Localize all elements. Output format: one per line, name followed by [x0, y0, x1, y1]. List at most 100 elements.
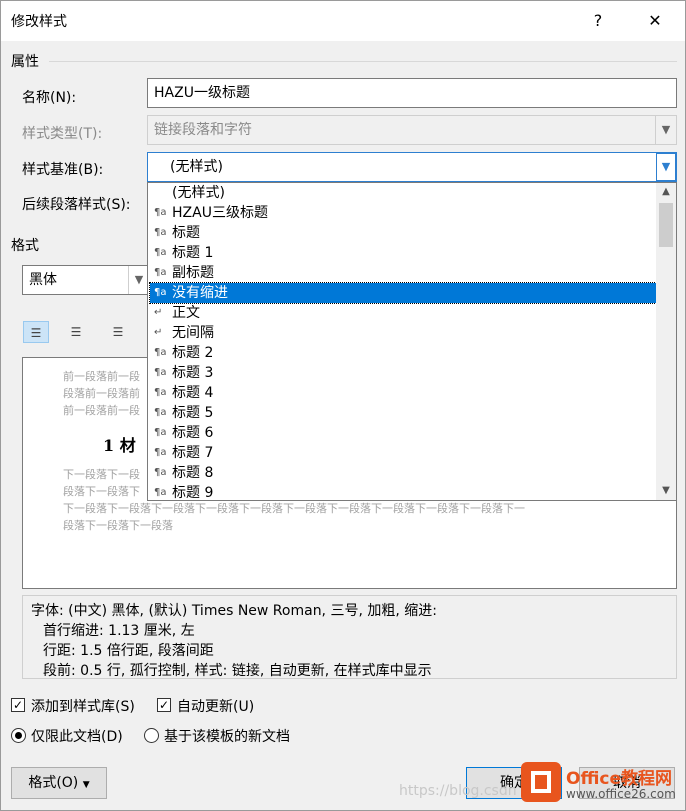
linked-style-icon: ¶a: [154, 347, 167, 358]
dropdown-item-label: 标题 2: [172, 345, 214, 361]
dropdown-item-label: 标题 9: [172, 485, 214, 501]
paragraph-style-icon: ↵: [154, 307, 163, 318]
style-description: 字体: (中文) 黑体, (默认) Times New Roman, 三号, 加…: [22, 595, 677, 679]
dropdown-item[interactable]: ¶a 标题 6: [150, 423, 656, 443]
preview-next-line: 段落下一段落下一段落: [63, 519, 173, 532]
add-to-gallery-checkbox[interactable]: ✓: [11, 698, 25, 712]
add-to-gallery-label[interactable]: 添加到样式库(S): [31, 696, 135, 716]
font-select[interactable]: 黑体 ▼: [22, 265, 150, 295]
linked-style-icon: ¶a: [154, 387, 167, 398]
watermark-brand: Office教程网: [566, 769, 673, 789]
dropdown-scrollbar[interactable]: ▲ ▼: [656, 183, 676, 500]
auto-update-checkbox[interactable]: ✓: [157, 698, 171, 712]
description-line: 行距: 1.5 倍行距, 段落间距: [43, 643, 214, 659]
watermark-site: www.office26.com: [566, 787, 676, 801]
modify-style-dialog: 修改样式 ? ✕ 属性 名称(N): HAZU一级标题 样式类型(T): 链接段…: [0, 0, 686, 811]
style-type-select: 链接段落和字符 ▼: [147, 115, 677, 145]
dropdown-item-label: 无间隔: [172, 325, 214, 341]
help-button[interactable]: ?: [584, 7, 612, 35]
new-docs-template-radio[interactable]: [144, 728, 159, 743]
preview-prev-line: 前一段落前一段: [63, 404, 140, 417]
dropdown-item[interactable]: ¶a 标题 8: [150, 463, 656, 483]
dropdown-item[interactable]: ↵ 无间隔: [150, 323, 656, 343]
preview-next-line: 下一段落下一段: [63, 468, 140, 481]
dropdown-item-label: 标题 7: [172, 445, 214, 461]
preview-heading: 1 材: [103, 436, 136, 455]
dropdown-item[interactable]: ↵ 正文: [150, 303, 656, 323]
linked-style-icon: ¶a: [154, 247, 167, 258]
dialog-title: 修改样式: [11, 14, 67, 30]
linked-style-icon: ¶a: [154, 367, 167, 378]
name-label: 名称(N):: [22, 90, 77, 106]
description-line: 字体: (中文) 黑体, (默认) Times New Roman, 三号, 加…: [31, 603, 437, 619]
preview-next-line: 下一段落下一段落下一段落下一段落下一段落下一段落下一段落下一段落下一段落下一段落…: [63, 502, 525, 515]
align-left-button[interactable]: ☰: [23, 321, 49, 343]
dropdown-item-label: 没有缩进: [172, 285, 228, 301]
linked-style-icon: ¶a: [154, 207, 167, 218]
align-center-button[interactable]: ☰: [63, 321, 89, 343]
preview-next-line: 段落下一段落下: [63, 485, 140, 498]
new-docs-template-label[interactable]: 基于该模板的新文档: [164, 726, 290, 746]
dropdown-item-label: 标题 5: [172, 405, 214, 421]
dropdown-item[interactable]: ¶a 没有缩进: [149, 282, 657, 304]
close-button[interactable]: ✕: [641, 7, 669, 35]
name-input[interactable]: HAZU一级标题: [147, 78, 677, 108]
based-on-select[interactable]: (无样式) ▼: [147, 152, 677, 182]
dropdown-item-label: 标题 1: [172, 245, 214, 261]
style-type-label: 样式类型(T):: [22, 126, 103, 142]
linked-style-icon: ¶a: [154, 407, 167, 418]
format-menu-button[interactable]: 格式(O) ▼: [11, 767, 107, 799]
dropdown-item-label: HZAU三级标题: [172, 205, 268, 221]
preview-prev-line: 段落前一段落前: [63, 387, 140, 400]
chevron-down-icon: ▼: [128, 266, 149, 294]
linked-style-icon: ¶a: [154, 287, 167, 298]
dropdown-item[interactable]: ¶a 标题 7: [150, 443, 656, 463]
linked-style-icon: ¶a: [154, 447, 167, 458]
paragraph-style-icon: ↵: [154, 327, 163, 338]
dropdown-item[interactable]: ¶a 标题 5: [150, 403, 656, 423]
linked-style-icon: ¶a: [154, 267, 167, 278]
linked-style-icon: ¶a: [154, 467, 167, 478]
align-right-button[interactable]: ☰: [105, 321, 131, 343]
chevron-down-icon: ▼: [655, 116, 676, 144]
linked-style-icon: ¶a: [154, 427, 167, 438]
dropdown-item-label: 标题 3: [172, 365, 214, 381]
linked-style-icon: ¶a: [154, 227, 167, 238]
dropdown-item[interactable]: ¶a 标题 9: [150, 483, 656, 501]
section-format: 格式: [11, 238, 39, 254]
scroll-thumb[interactable]: [659, 203, 673, 247]
scroll-down-icon[interactable]: ▼: [656, 482, 676, 500]
only-this-doc-label[interactable]: 仅限此文档(D): [31, 726, 123, 746]
dropdown-item[interactable]: ¶a HZAU三级标题: [150, 203, 656, 223]
based-on-dropdown-list[interactable]: ¶a 标题 9 ¶a 标题 8 ¶a 标题 7 ¶a 标题 6 ¶a 标题 5 ¶a 标题 4 ¶a 标题…: [147, 182, 677, 501]
dropdown-item[interactable]: ¶a 标题 2: [150, 343, 656, 363]
following-style-label: 后续段落样式(S):: [22, 197, 131, 213]
dropdown-item[interactable]: ¶a 标题 4: [150, 383, 656, 403]
dropdown-item-label: 标题 6: [172, 425, 214, 441]
dropdown-item-label: 副标题: [172, 265, 214, 281]
dropdown-item[interactable]: ¶a 副标题: [150, 263, 656, 283]
caret-down-icon: ▼: [82, 780, 90, 790]
description-line: 首行缩进: 1.13 厘米, 左: [43, 623, 195, 639]
chevron-down-icon[interactable]: ▼: [656, 153, 676, 181]
auto-update-label[interactable]: 自动更新(U): [177, 696, 254, 716]
font-value: 黑体: [29, 272, 57, 288]
scroll-up-icon[interactable]: ▲: [656, 183, 676, 201]
based-on-label: 样式基准(B):: [22, 162, 104, 178]
linked-style-icon: ¶a: [154, 487, 167, 498]
format-button-label: 格式(O): [28, 775, 79, 791]
section-properties: 属性: [11, 54, 39, 70]
divider: [49, 61, 677, 62]
preview-prev-line: 前一段落前一段: [63, 370, 140, 383]
watermark-url: https://blog.csdn: [399, 783, 517, 799]
dropdown-item-label: 标题 8: [172, 465, 214, 481]
dropdown-item-label: 正文: [172, 305, 200, 321]
dropdown-item[interactable]: ¶a 标题: [150, 223, 656, 243]
dropdown-item[interactable]: ¶a 标题 1: [150, 243, 656, 263]
only-this-doc-radio[interactable]: [11, 728, 26, 743]
based-on-value: (无样式): [170, 159, 223, 175]
dropdown-item[interactable]: (无样式): [150, 183, 656, 203]
office-logo-icon: [521, 762, 561, 802]
dropdown-item-label: 标题 4: [172, 385, 214, 401]
dropdown-item[interactable]: ¶a 标题 3: [150, 363, 656, 383]
